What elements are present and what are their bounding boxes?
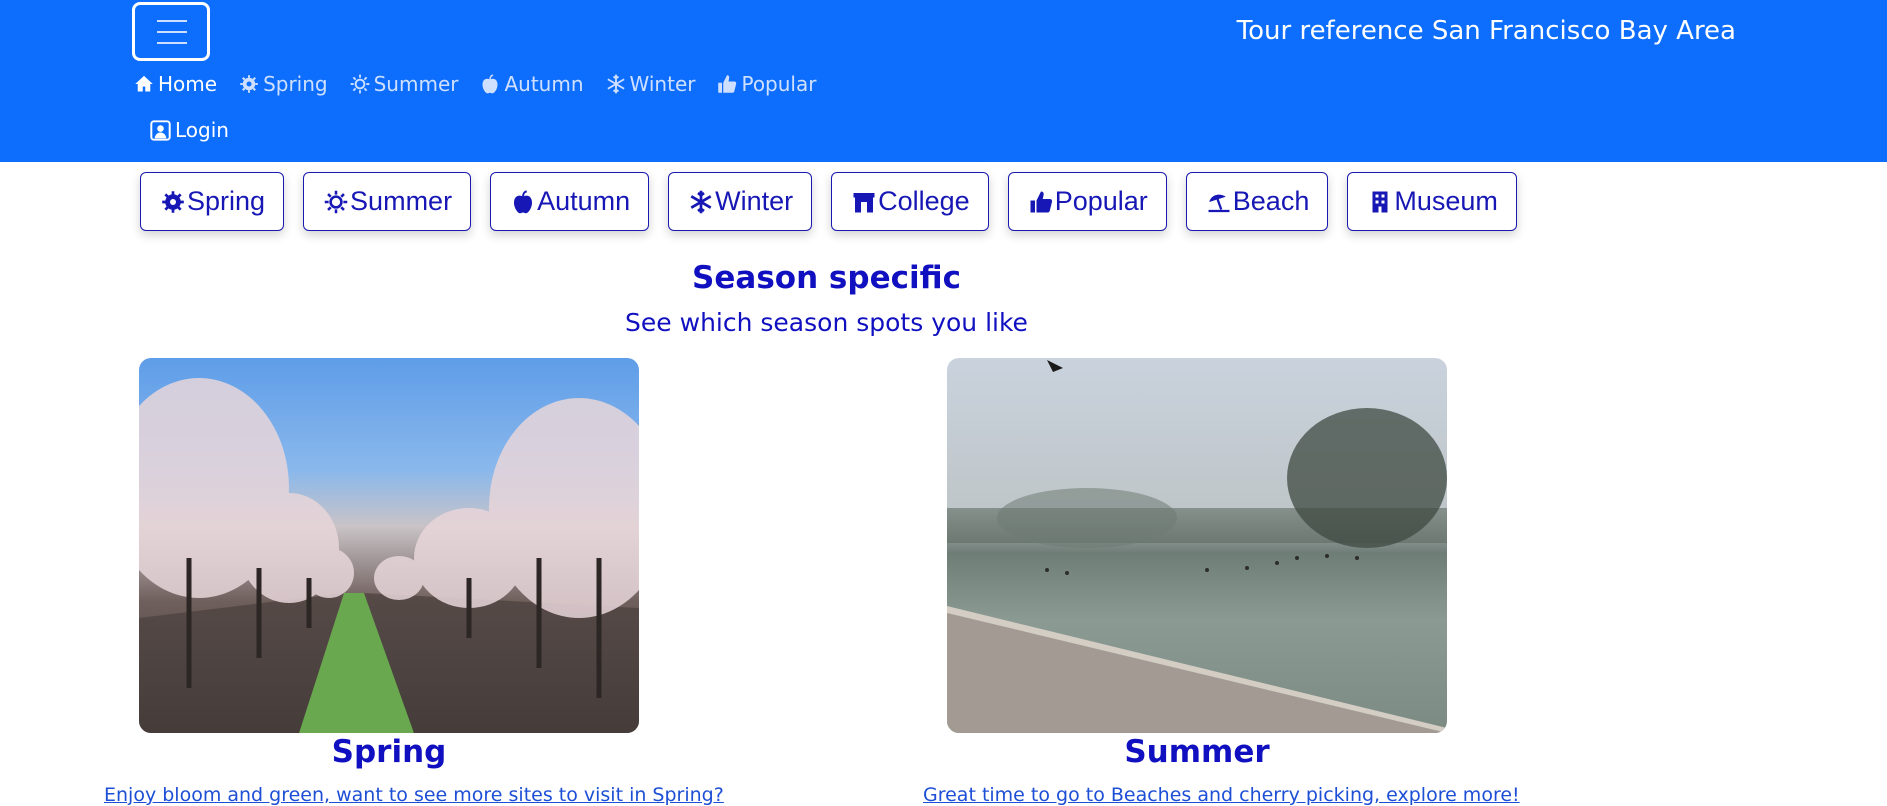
category-buttons: Spring Summer Autumn Winter College Popu… xyxy=(140,172,1517,231)
category-winter-button[interactable]: Winter xyxy=(668,172,813,231)
summer-photo[interactable] xyxy=(947,358,1447,733)
category-label: Autumn xyxy=(537,186,631,216)
building-gate-icon xyxy=(852,190,876,214)
gear-flower-icon xyxy=(161,190,185,214)
nav-link-label: Home xyxy=(158,72,218,96)
category-label: Museum xyxy=(1394,186,1498,216)
category-summer-button[interactable]: Summer xyxy=(303,172,472,231)
navbar-toggler-button[interactable] xyxy=(132,2,210,61)
snowflake-icon xyxy=(606,74,626,94)
nav-link-popular[interactable]: Popular xyxy=(717,70,816,98)
thumbs-up-icon xyxy=(717,74,737,94)
category-label: Beach xyxy=(1232,186,1310,216)
section-subtitle: See which season spots you like xyxy=(625,308,1028,337)
summer-explore-link[interactable]: Great time to go to Beaches and cherry p… xyxy=(923,784,1520,806)
top-navbar: Tour reference San Francisco Bay Area Ho… xyxy=(0,0,1887,162)
nav-link-summer[interactable]: Summer xyxy=(350,70,459,98)
nav-link-label: Popular xyxy=(741,72,817,96)
category-label: Winter xyxy=(715,186,794,216)
category-label: College xyxy=(878,186,970,216)
sun-icon xyxy=(350,74,370,94)
category-label: Summer xyxy=(350,186,453,216)
spring-photo[interactable] xyxy=(139,358,639,733)
summer-card-title: Summer xyxy=(1124,734,1270,770)
home-icon xyxy=(134,74,154,94)
apple-icon xyxy=(480,74,500,94)
nav-link-home[interactable]: Home xyxy=(134,70,217,98)
category-autumn-button[interactable]: Autumn xyxy=(490,172,650,231)
nav-link-label: Autumn xyxy=(504,72,584,96)
nav-link-autumn[interactable]: Autumn xyxy=(480,70,584,98)
category-beach-button[interactable]: Beach xyxy=(1185,172,1329,231)
umbrella-icon xyxy=(1207,190,1231,214)
nav-link-winter[interactable]: Winter xyxy=(606,70,696,98)
gear-flower-icon xyxy=(239,74,259,94)
category-label: Popular xyxy=(1054,186,1148,216)
building-icon xyxy=(1368,190,1392,214)
nav-link-label: Winter xyxy=(629,72,696,96)
nav-link-label: Summer xyxy=(373,72,459,96)
category-popular-button[interactable]: Popular xyxy=(1007,172,1167,231)
login-link[interactable]: Login xyxy=(150,118,229,142)
category-college-button[interactable]: College xyxy=(831,172,989,231)
spring-explore-link[interactable]: Enjoy bloom and green, want to see more … xyxy=(104,784,724,806)
sun-icon xyxy=(324,190,348,214)
menu-icon xyxy=(157,20,187,46)
thumbs-up-icon xyxy=(1029,190,1053,214)
spring-card-title: Spring xyxy=(331,734,447,770)
nav-link-spring[interactable]: Spring xyxy=(239,70,328,98)
nav-links: Home Spring Summer Autumn Winter Popular xyxy=(134,70,838,98)
login-label: Login xyxy=(175,118,229,142)
category-spring-button[interactable]: Spring xyxy=(140,172,285,231)
snowflake-icon xyxy=(689,190,713,214)
person-badge-icon xyxy=(150,119,171,141)
nav-link-label: Spring xyxy=(263,72,328,96)
section-title: Season specific xyxy=(692,260,961,296)
apple-icon xyxy=(511,190,535,214)
category-label: Spring xyxy=(187,186,266,216)
category-museum-button[interactable]: Museum xyxy=(1347,172,1517,231)
brand-title[interactable]: Tour reference San Francisco Bay Area xyxy=(1237,16,1736,46)
